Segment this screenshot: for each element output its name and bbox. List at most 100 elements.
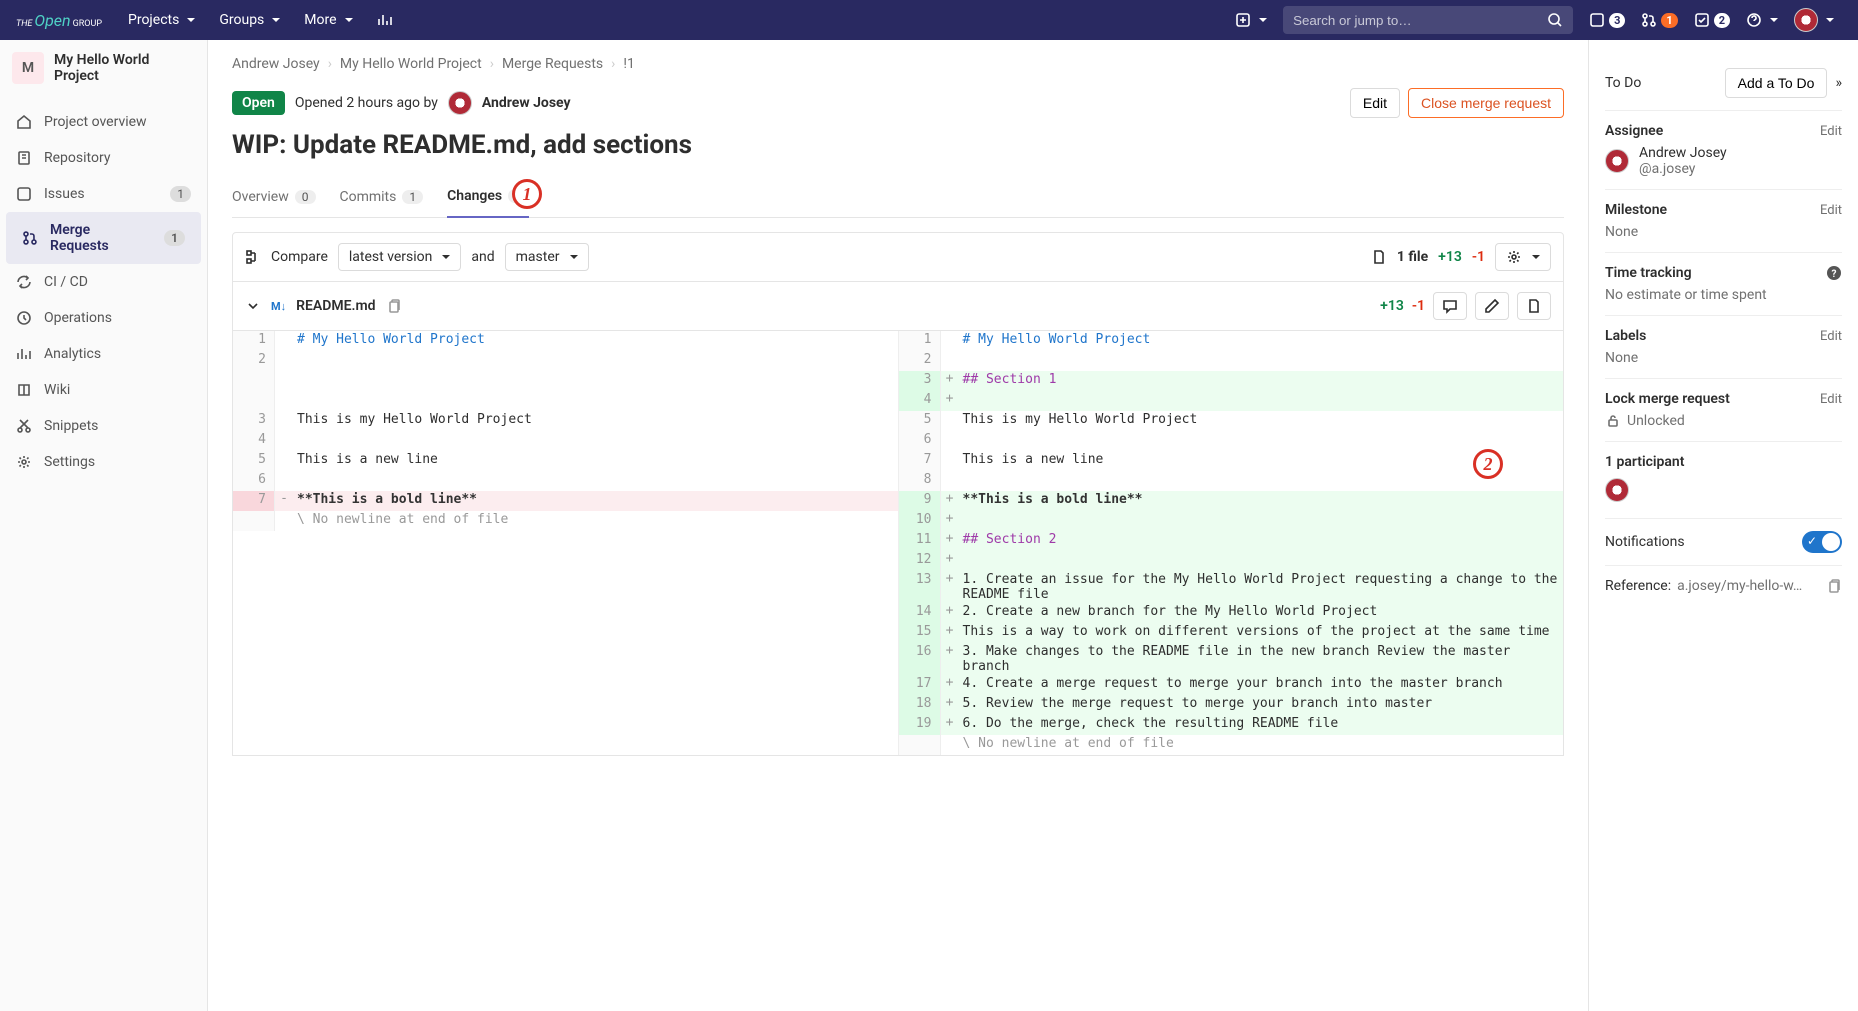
user-menu[interactable] [1786, 2, 1842, 38]
notifications-toggle[interactable]: ✓ [1802, 531, 1842, 553]
add-todo-button[interactable]: Add a To Do [1725, 68, 1828, 98]
chevron-down-icon[interactable] [245, 298, 261, 314]
breadcrumb-user[interactable]: Andrew Josey [232, 56, 320, 72]
breadcrumb-id: !1 [623, 56, 634, 72]
diff-table: 1# My Hello World Project2 3This is my He… [232, 331, 1564, 756]
nav-projects[interactable]: Projects [118, 6, 205, 34]
file-icon [1371, 249, 1387, 265]
help-menu[interactable] [1738, 6, 1786, 34]
assignee-edit[interactable]: Edit [1820, 124, 1842, 139]
lock-edit[interactable]: Edit [1820, 392, 1842, 407]
sidebar-item-merge-requests[interactable]: Merge Requests1 [6, 212, 201, 264]
diff-line[interactable]: 2 [899, 351, 1564, 371]
assignee-avatar[interactable] [1605, 149, 1629, 173]
diff-line[interactable]: 6 [233, 471, 898, 491]
diff-line[interactable]: 15+This is a way to work on different ve… [899, 623, 1564, 643]
collapse-sidebar-icon[interactable]: » [1835, 75, 1842, 91]
diff-line[interactable]: 17+4. Create a merge request to merge yo… [899, 675, 1564, 695]
diff-line[interactable]: 8 [899, 471, 1564, 491]
diff-line[interactable]: 4+ [899, 391, 1564, 411]
author-avatar[interactable] [448, 91, 472, 115]
time-tracking-label: Time tracking [1605, 265, 1692, 281]
sidebar-item-operations[interactable]: Operations [0, 300, 207, 336]
issues-shortcut[interactable]: 3 [1581, 6, 1633, 34]
view-file-button[interactable] [1517, 292, 1551, 320]
sidebar-item-settings[interactable]: Settings [0, 444, 207, 480]
sidebar-item-analytics[interactable]: Analytics [0, 336, 207, 372]
mr-title: WIP: Update README.md, add sections [232, 130, 1564, 160]
diff-line[interactable]: 19+6. Do the merge, check the resulting … [899, 715, 1564, 735]
diff-line[interactable]: \ No newline at end of file [233, 511, 898, 531]
version-dropdown[interactable]: latest version [338, 243, 462, 271]
diff-line[interactable]: 5This is a new line [233, 451, 898, 471]
sidebar-item-overview[interactable]: Project overview [0, 104, 207, 140]
copy-path-icon[interactable] [386, 298, 402, 314]
nav-activity-icon[interactable] [367, 6, 403, 34]
filename[interactable]: README.md [296, 298, 375, 314]
edit-button[interactable]: Edit [1350, 88, 1400, 118]
sidebar-item-snippets[interactable]: Snippets [0, 408, 207, 444]
sidebar-item-wiki[interactable]: Wiki [0, 372, 207, 408]
diff-line[interactable]: 3+## Section 1 [899, 371, 1564, 391]
help-icon[interactable]: ? [1826, 265, 1842, 281]
diff-settings[interactable] [1495, 243, 1551, 271]
sidebar-item-repository[interactable]: Repository [0, 140, 207, 176]
diff-line[interactable]: 1# My Hello World Project [899, 331, 1564, 351]
diff-line[interactable] [233, 371, 898, 391]
global-search[interactable] [1283, 6, 1573, 34]
status-badge: Open [232, 91, 285, 115]
breadcrumb-project[interactable]: My Hello World Project [340, 56, 482, 72]
mr-shortcut[interactable]: 1 [1633, 6, 1685, 34]
copy-reference-icon[interactable] [1826, 578, 1842, 594]
target-dropdown[interactable]: master [505, 243, 589, 271]
diff-line[interactable]: 6 [899, 431, 1564, 451]
search-input[interactable] [1293, 13, 1547, 28]
diff-line[interactable]: 11+## Section 2 [899, 531, 1564, 551]
diff-line[interactable]: 10+ [899, 511, 1564, 531]
tab-commits[interactable]: Commits1 [340, 176, 424, 217]
comment-button[interactable] [1433, 292, 1467, 320]
diff-line[interactable]: 4 [233, 431, 898, 451]
breadcrumbs: Andrew Josey› My Hello World Project› Me… [232, 56, 1564, 72]
diff-line[interactable]: 7-**This is a bold line** [233, 491, 898, 511]
diff-line[interactable] [233, 391, 898, 411]
todos-shortcut[interactable]: 2 [1686, 6, 1738, 34]
labels-edit[interactable]: Edit [1820, 329, 1842, 344]
nav-groups[interactable]: Groups [209, 6, 290, 34]
edit-file-button[interactable] [1475, 292, 1509, 320]
diff-line[interactable]: 14+2. Create a new branch for the My Hel… [899, 603, 1564, 623]
file-tree-icon[interactable] [245, 249, 261, 265]
diff-line[interactable]: 5This is my Hello World Project [899, 411, 1564, 431]
close-mr-button[interactable]: Close merge request [1408, 88, 1564, 118]
diff-line[interactable]: 13+1. Create an issue for the My Hello W… [899, 571, 1564, 603]
sidebar-item-issues[interactable]: Issues1 [0, 176, 207, 212]
mr-tabs: Overview0 Commits1 Changes1 1 [232, 176, 1564, 218]
milestone-edit[interactable]: Edit [1820, 203, 1842, 218]
breadcrumb-section[interactable]: Merge Requests [502, 56, 603, 72]
diff-line[interactable]: 16+3. Make changes to the README file in… [899, 643, 1564, 675]
tab-overview[interactable]: Overview0 [232, 176, 316, 217]
diff-line[interactable]: 2 [233, 351, 898, 371]
diff-line[interactable]: 1# My Hello World Project [233, 331, 898, 351]
markdown-icon: M↓ [271, 300, 286, 313]
compare-label: Compare [271, 249, 328, 265]
diff-line[interactable]: 7This is a new line [899, 451, 1564, 471]
sidebar-item-cicd[interactable]: CI / CD [0, 264, 207, 300]
time-tracking-value: No estimate or time spent [1605, 287, 1842, 303]
lock-label: Lock merge request [1605, 391, 1730, 407]
sidebar-project-header[interactable]: M My Hello World Project [0, 40, 207, 96]
diff-line[interactable]: 18+5. Review the merge request to merge … [899, 695, 1564, 715]
nav-more[interactable]: More [294, 6, 362, 34]
participant-avatar[interactable] [1605, 478, 1629, 502]
logo[interactable]: THEOpenGROUP [16, 11, 102, 30]
document-icon [1526, 298, 1542, 314]
diff-line[interactable]: 3This is my Hello World Project [233, 411, 898, 431]
diff-line[interactable]: 12+ [899, 551, 1564, 571]
milestone-label: Milestone [1605, 202, 1667, 218]
reference-value: a.josey/my-hello-w… [1677, 578, 1820, 594]
diff-line[interactable]: \ No newline at end of file [899, 735, 1564, 755]
plus-menu[interactable] [1227, 6, 1275, 34]
diff-line[interactable]: 9+**This is a bold line** [899, 491, 1564, 511]
assignee-name[interactable]: Andrew Josey [1639, 145, 1727, 161]
author-name[interactable]: Andrew Josey [482, 95, 571, 111]
